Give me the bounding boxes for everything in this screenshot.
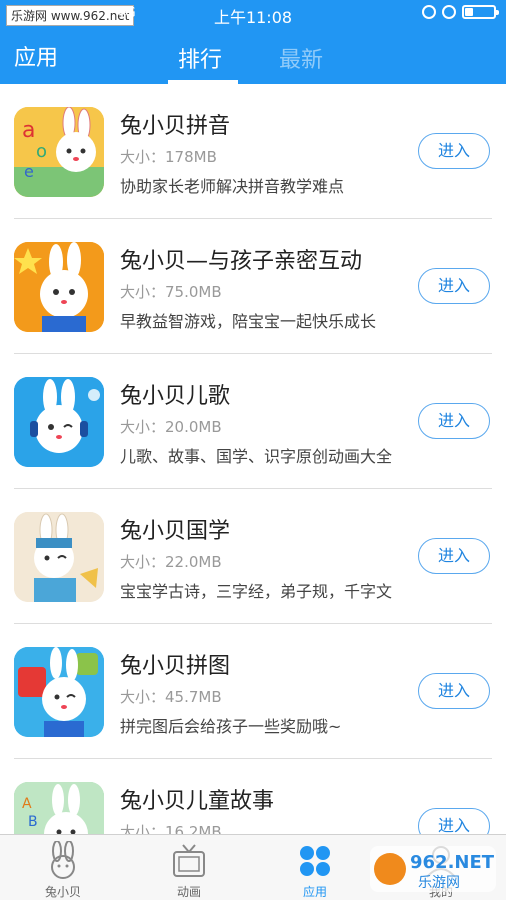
app-header: 应用 排行 最新	[0, 28, 506, 84]
bunny-puzzle-icon[interactable]	[14, 647, 104, 737]
tab-ranking[interactable]: 排行	[178, 42, 222, 74]
app-description: 拼完图后会给孩子一些奖励哦~	[120, 717, 342, 736]
enter-button[interactable]: 进入	[418, 133, 490, 169]
app-size: 大小：178MB	[120, 148, 217, 166]
battery-icon	[462, 5, 499, 19]
app-name: 兔小贝儿童故事	[120, 789, 275, 814]
app-size: 大小：20.0MB	[120, 418, 222, 436]
app-name: 兔小贝—与孩子亲密互动	[120, 249, 363, 274]
enter-button[interactable]: 进入	[418, 403, 490, 439]
app-description: 早教益智游戏，陪宝宝一起快乐成长	[120, 312, 377, 331]
list-item[interactable]: 兔小贝国学 大小：22.0MB 宝宝学古诗，三字经，弟子规，千字文 进入	[0, 489, 506, 624]
bunny-icon	[51, 841, 75, 879]
app-size: 大小：75.0MB	[120, 283, 222, 301]
svg-text:o: o	[36, 141, 47, 162]
pinyin-bunny-icon[interactable]: a o e	[14, 107, 104, 197]
app-description: 宝宝学古诗，三字经，弟子规，千字文	[120, 582, 393, 601]
svg-text:B: B	[28, 814, 38, 830]
tab-label: 应用	[302, 885, 327, 899]
bunny-story-icon[interactable]: A B	[14, 782, 104, 834]
list-item[interactable]: A B 兔小贝儿童故事 大小：16.2MB 进入	[0, 759, 506, 834]
enter-button[interactable]: 进入	[418, 808, 490, 834]
status-icons	[422, 5, 499, 19]
tab-bunny[interactable]: 兔小贝	[0, 835, 126, 901]
bunny-headphone-icon[interactable]	[14, 377, 104, 467]
bunny-scholar-icon[interactable]	[14, 512, 104, 602]
enter-button[interactable]: 进入	[418, 268, 490, 304]
tab-animation[interactable]: 动画	[126, 835, 252, 901]
list-item[interactable]: 兔小贝拼图 大小：45.7MB 拼完图后会给孩子一些奖励哦~ 进入	[0, 624, 506, 759]
svg-text:A: A	[22, 796, 32, 812]
app-size: 大小：45.7MB	[120, 688, 222, 706]
tv-icon	[173, 844, 205, 877]
app-list[interactable]: a o e 兔小贝拼音 大小：178MB 协助家长老师解决拼音教学难点 进入 兔…	[0, 84, 506, 834]
watermark-subtext: 乐游网	[418, 875, 460, 891]
tab-label: 动画	[176, 885, 201, 899]
list-item[interactable]: a o e 兔小贝拼音 大小：178MB 协助家长老师解决拼音教学难点 进入	[0, 84, 506, 219]
app-size: 大小：16.2MB	[120, 823, 222, 834]
apps-grid-icon	[300, 846, 330, 876]
app-name: 兔小贝儿歌	[120, 384, 231, 409]
app-name: 兔小贝拼音	[120, 114, 231, 139]
app-name: 兔小贝国学	[120, 519, 231, 544]
enter-button[interactable]: 进入	[418, 538, 490, 574]
svg-text:e: e	[24, 162, 34, 181]
tab-latest[interactable]: 最新	[279, 42, 323, 74]
app-size: 大小：22.0MB	[120, 553, 222, 571]
page-title: 应用	[14, 46, 59, 71]
app-description: 儿歌、故事、国学、识字原创动画大全	[120, 447, 393, 466]
tab-label: 兔小贝	[44, 885, 81, 899]
bunny-star-icon[interactable]	[14, 242, 104, 332]
watermark-text: 962.NET	[410, 852, 495, 873]
app-description: 协助家长老师解决拼音教学难点	[120, 177, 345, 196]
tab-apps[interactable]: 应用	[252, 835, 378, 901]
status-bar: 乐游网 www.962.net 4G 上午11:08	[0, 0, 506, 28]
list-item[interactable]: 兔小贝—与孩子亲密互动 大小：75.0MB 早教益智游戏，陪宝宝一起快乐成长 进…	[0, 219, 506, 354]
svg-text:a: a	[22, 118, 35, 143]
alarm-icon	[442, 5, 456, 19]
app-name: 兔小贝拼图	[120, 654, 231, 679]
enter-button[interactable]: 进入	[418, 673, 490, 709]
list-item[interactable]: 兔小贝儿歌 大小：20.0MB 儿歌、故事、国学、识字原创动画大全 进入	[0, 354, 506, 489]
site-watermark: 962.NET 乐游网	[370, 842, 500, 896]
rotation-lock-icon	[422, 5, 436, 19]
